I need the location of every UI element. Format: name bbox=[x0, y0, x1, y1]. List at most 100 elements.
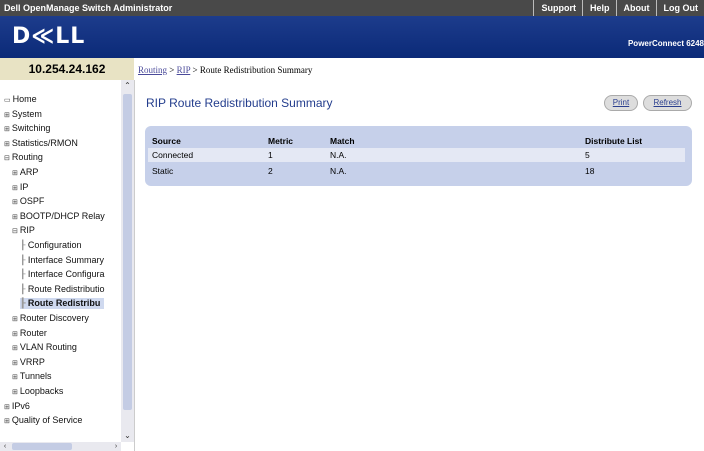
nav-item[interactable]: ⊞ IP bbox=[12, 182, 28, 192]
tree-line: ┠ bbox=[20, 283, 28, 294]
expand-icon[interactable]: ⊞ bbox=[12, 199, 18, 206]
expand-icon[interactable]: ⊞ bbox=[4, 418, 10, 425]
expand-icon[interactable]: ⊞ bbox=[12, 214, 18, 221]
support-link[interactable]: Support bbox=[533, 0, 582, 16]
nav-item[interactable]: ⊞ BOOTP/DHCP Relay bbox=[12, 211, 105, 221]
scroll-up-icon[interactable]: ⌃ bbox=[121, 80, 134, 92]
nav-item[interactable]: ⊞ Quality of Service bbox=[4, 415, 82, 425]
column-header-match: Match bbox=[330, 136, 355, 146]
scroll-thumb[interactable] bbox=[123, 94, 132, 410]
column-header-metric: Metric bbox=[268, 136, 294, 146]
nav-item[interactable]: ⊞ Router bbox=[12, 328, 47, 338]
dell-logo: D≪LL bbox=[12, 24, 86, 49]
device-ip: 10.254.24.162 bbox=[0, 58, 134, 81]
expand-icon[interactable]: ⊞ bbox=[12, 360, 18, 367]
breadcrumb-routing-link[interactable]: Routing bbox=[138, 65, 167, 75]
match-cell: N.A. bbox=[330, 150, 347, 160]
top-menu-bar: Dell OpenManage Switch Administrator Sup… bbox=[0, 0, 704, 16]
nav-item[interactable]: ⊞ IPv6 bbox=[4, 401, 30, 411]
nav-item-label: Home bbox=[12, 94, 37, 104]
match-cell: N.A. bbox=[330, 166, 347, 176]
expand-icon[interactable]: ⊞ bbox=[12, 389, 18, 396]
nav-item[interactable]: ⊟ Routing bbox=[4, 152, 43, 162]
product-name: PowerConnect 6248 bbox=[627, 39, 704, 48]
breadcrumb-rip-link[interactable]: RIP bbox=[177, 65, 191, 75]
nav-item-label: Statistics/RMON bbox=[11, 137, 78, 148]
nav-item-label: Router bbox=[19, 327, 47, 338]
expand-icon[interactable]: ⊞ bbox=[12, 345, 18, 352]
nav-item-label: Router Discovery bbox=[19, 313, 89, 323]
expand-icon[interactable]: ⊞ bbox=[12, 316, 18, 323]
metric-cell: 2 bbox=[268, 166, 273, 176]
nav-item-label: System bbox=[11, 108, 42, 119]
print-button[interactable]: Print bbox=[604, 95, 638, 111]
nav-item-label: IP bbox=[19, 181, 29, 192]
table-row: Static 2 N.A. 18 bbox=[148, 164, 685, 178]
navigation-tree: ▭ Home ⊞ System ⊞ Switching ⊞ Statistics/RMON ⊟ R… bbox=[0, 80, 135, 451]
nav-item-label: RIP bbox=[19, 225, 35, 236]
nav-item[interactable]: ┠ Route Redistribu bbox=[20, 298, 105, 310]
expand-icon[interactable]: ⊞ bbox=[4, 126, 10, 133]
nav-item[interactable]: ⊞ VRRP bbox=[12, 357, 45, 367]
nav-item[interactable]: ⊟ RIP bbox=[12, 225, 35, 235]
h-scroll-thumb[interactable] bbox=[12, 443, 72, 450]
top-links: Support Help About Log Out bbox=[533, 0, 704, 16]
expand-icon[interactable]: ⊞ bbox=[4, 141, 10, 148]
header-banner bbox=[0, 16, 704, 58]
collapse-icon[interactable]: ⊟ bbox=[4, 155, 10, 162]
expand-icon[interactable]: ⊞ bbox=[12, 170, 18, 177]
nav-item[interactable]: ⊞ VLAN Routing bbox=[12, 342, 77, 352]
folder-icon[interactable]: ▭ bbox=[4, 97, 11, 104]
nav-item-label: Route Redistributio bbox=[27, 283, 105, 294]
nav-item[interactable]: ⊞ Loopbacks bbox=[12, 386, 63, 396]
nav-item-label: VRRP bbox=[19, 356, 45, 367]
nav-item-label: Interface Summary bbox=[27, 254, 104, 265]
nav-item[interactable]: ▭ Home bbox=[4, 94, 37, 104]
nav-item[interactable]: ┠ Route Redistributio bbox=[20, 284, 104, 295]
scroll-down-icon[interactable]: ⌄ bbox=[121, 430, 134, 442]
scroll-right-icon[interactable]: › bbox=[111, 442, 121, 451]
column-header-distribute-list: Distribute List bbox=[585, 136, 643, 146]
nav-item[interactable]: ⊞ Tunnels bbox=[12, 371, 52, 381]
nav-item-label: Configuration bbox=[27, 240, 82, 250]
nav-item[interactable]: ┠ Configuration bbox=[20, 240, 81, 251]
source-cell: Static bbox=[152, 166, 174, 176]
distribute-list-cell: 18 bbox=[585, 166, 595, 176]
expand-icon[interactable]: ⊞ bbox=[4, 112, 10, 119]
breadcrumb-current: Route Redistribution Summary bbox=[199, 65, 313, 75]
nav-item[interactable]: ⊞ OSPF bbox=[12, 196, 44, 206]
metric-cell: 1 bbox=[268, 150, 273, 160]
expand-icon[interactable]: ⊞ bbox=[12, 331, 18, 338]
nav-item-label: IPv6 bbox=[11, 400, 30, 411]
nav-item[interactable]: ⊞ Switching bbox=[4, 123, 50, 133]
expand-icon[interactable]: ⊞ bbox=[12, 374, 18, 381]
nav-item[interactable]: ⊞ Router Discovery bbox=[12, 313, 89, 323]
app-title: Dell OpenManage Switch Administrator bbox=[4, 3, 173, 13]
nav-item-label: Quality of Service bbox=[11, 415, 83, 426]
nav-item[interactable]: ⊞ ARP bbox=[12, 167, 38, 177]
source-cell: Connected bbox=[152, 150, 194, 160]
scroll-left-icon[interactable]: ‹ bbox=[0, 442, 10, 451]
logout-link[interactable]: Log Out bbox=[655, 0, 704, 16]
expand-icon[interactable]: ⊞ bbox=[4, 404, 10, 411]
nav-item[interactable]: ⊞ Statistics/RMON bbox=[4, 138, 78, 148]
help-link[interactable]: Help bbox=[581, 0, 616, 16]
nav-item-label: BOOTP/DHCP Relay bbox=[19, 210, 105, 221]
refresh-button[interactable]: Refresh bbox=[643, 95, 692, 111]
nav-item-label: Route Redistribu bbox=[27, 298, 101, 309]
tree-line: ┠ bbox=[20, 298, 28, 309]
horizontal-scrollbar[interactable]: ‹ › bbox=[0, 442, 121, 451]
tree-line: ┠ bbox=[20, 269, 28, 280]
nav-item-label: Routing bbox=[11, 152, 43, 163]
breadcrumb-separator: > bbox=[169, 65, 175, 75]
vertical-scrollbar[interactable]: ⌃ ⌄ bbox=[121, 80, 134, 442]
tree-line: ┠ bbox=[20, 254, 28, 265]
nav-item[interactable]: ┠ Interface Configura bbox=[20, 269, 104, 280]
nav-item[interactable]: ┠ Interface Summary bbox=[20, 255, 104, 266]
tree-view: ▭ Home ⊞ System ⊞ Switching ⊞ Statistics/RMON ⊟ R… bbox=[0, 80, 121, 442]
about-link[interactable]: About bbox=[615, 0, 656, 16]
tree-line: ┠ bbox=[20, 240, 28, 250]
expand-icon[interactable]: ⊞ bbox=[12, 185, 18, 192]
nav-item[interactable]: ⊞ System bbox=[4, 109, 42, 119]
collapse-icon[interactable]: ⊟ bbox=[12, 228, 18, 235]
